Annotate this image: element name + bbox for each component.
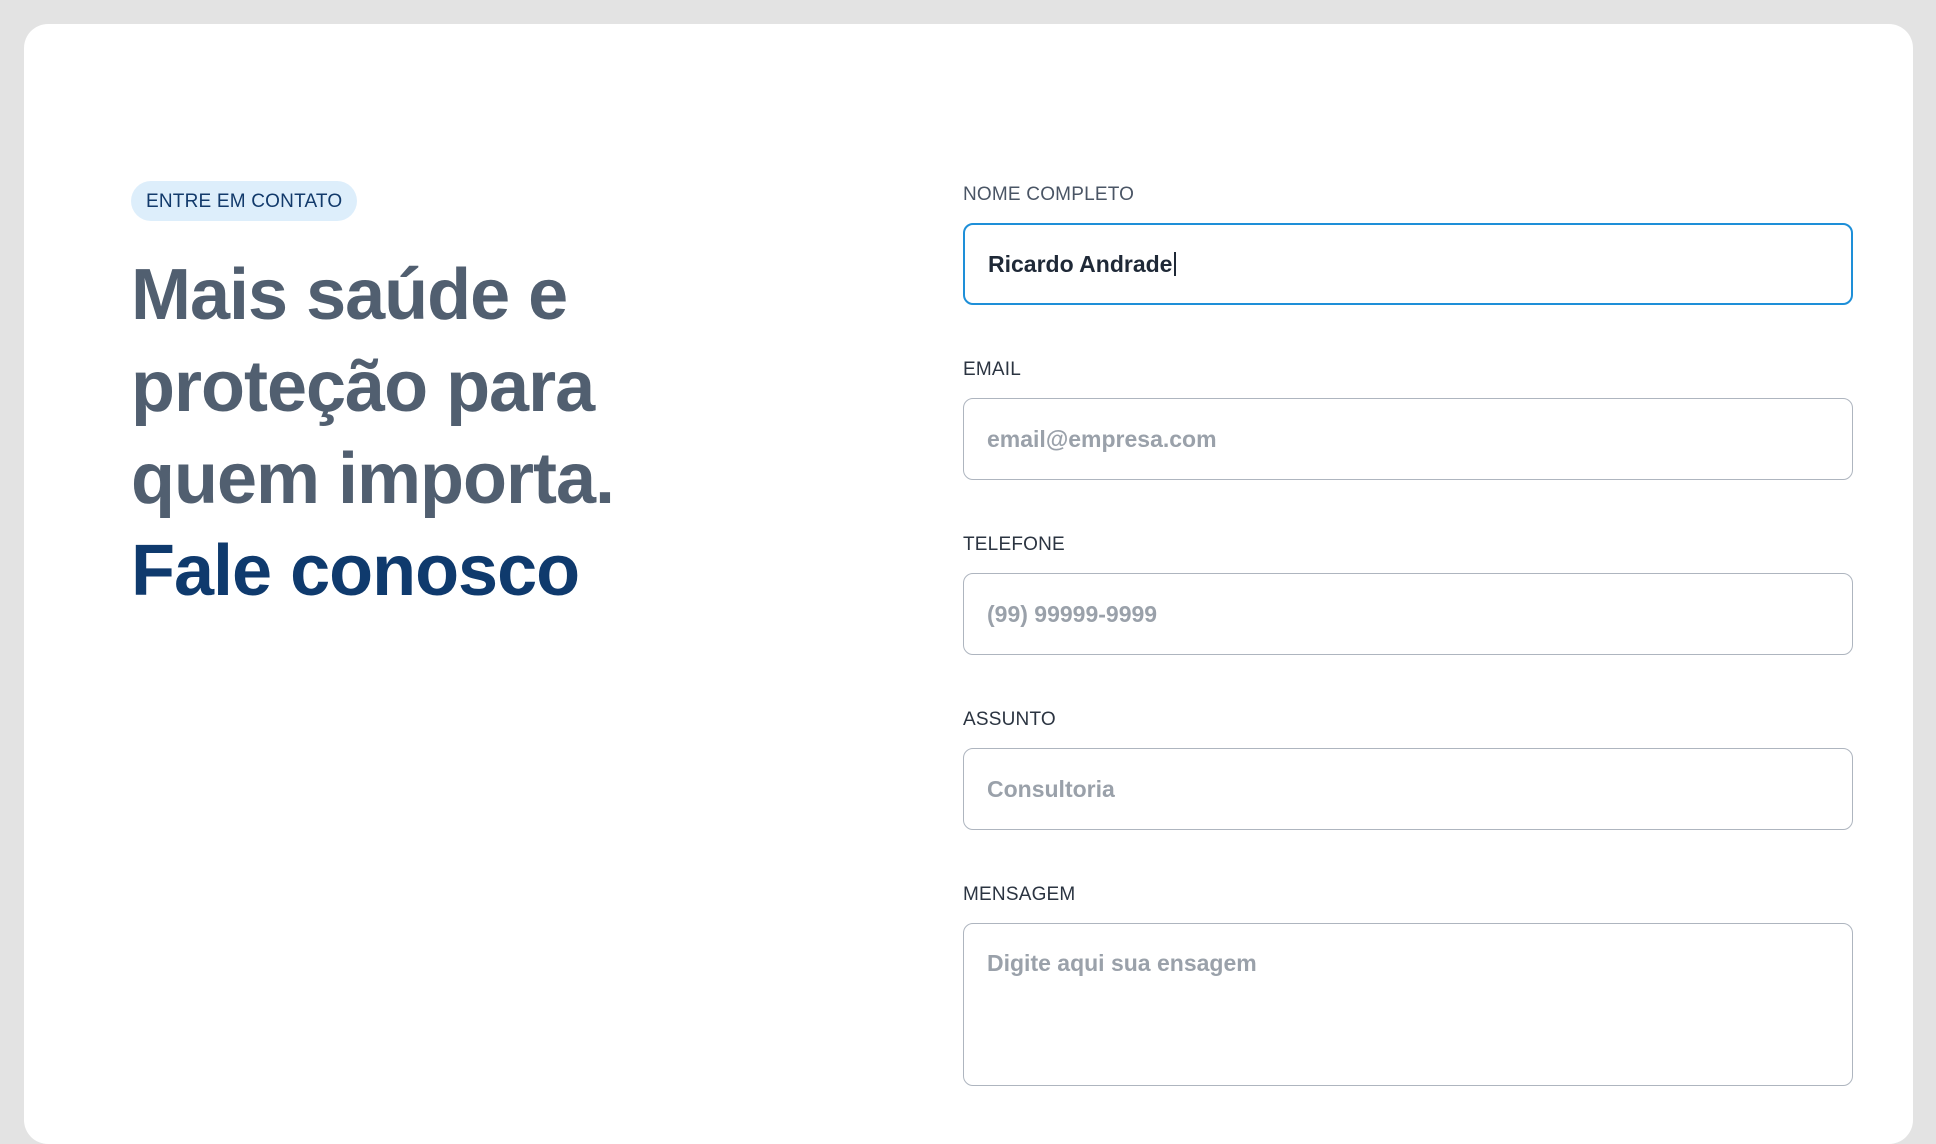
- message-textarea[interactable]: Digite aqui sua ensagem: [963, 923, 1853, 1086]
- phone-label: TELEFONE: [963, 534, 1065, 555]
- subject-input-placeholder: Consultoria: [987, 775, 1115, 802]
- message-field-group: MENSAGEM Digite aqui sua ensagem: [963, 884, 1853, 1086]
- name-label: NOME COMPLETO: [963, 184, 1135, 205]
- headline-line-2: proteção para: [131, 347, 595, 427]
- subject-input[interactable]: Consultoria: [963, 748, 1853, 830]
- phone-field-group: TELEFONE (99) 99999-9999: [963, 534, 1853, 655]
- text-caret: [1174, 252, 1177, 276]
- name-field-group: NOME COMPLETO Ricardo Andrade: [963, 184, 1853, 305]
- message-textarea-placeholder: Digite aqui sua ensagem: [987, 950, 1257, 976]
- section-badge: ENTRE EM CONTATO: [131, 181, 358, 221]
- subject-field-group: ASSUNTO Consultoria: [963, 709, 1853, 830]
- email-label: EMAIL: [963, 359, 1022, 380]
- phone-input[interactable]: (99) 99999-9999: [963, 573, 1853, 655]
- contact-form: NOME COMPLETO Ricardo Andrade EMAIL emai…: [963, 184, 1853, 1086]
- email-input[interactable]: email@empresa.com: [963, 398, 1853, 480]
- headline-line-3: quem importa.: [131, 439, 615, 519]
- hero-section: ENTRE EM CONTATO Mais saúde e proteção p…: [131, 181, 831, 617]
- name-input-value: Ricardo Andrade: [988, 250, 1173, 277]
- headline-line-1: Mais saúde e: [131, 255, 568, 335]
- headline-accent: Fale conosco: [131, 531, 580, 611]
- email-field-group: EMAIL email@empresa.com: [963, 359, 1853, 480]
- phone-input-placeholder: (99) 99999-9999: [987, 600, 1158, 627]
- email-input-placeholder: email@empresa.com: [987, 425, 1217, 452]
- contact-card: ENTRE EM CONTATO Mais saúde e proteção p…: [24, 24, 1913, 1144]
- hero-headline: Mais saúde e proteção para quem importa.…: [131, 249, 831, 617]
- message-label: MENSAGEM: [963, 884, 1076, 905]
- subject-label: ASSUNTO: [963, 709, 1056, 730]
- name-input[interactable]: Ricardo Andrade: [963, 223, 1853, 305]
